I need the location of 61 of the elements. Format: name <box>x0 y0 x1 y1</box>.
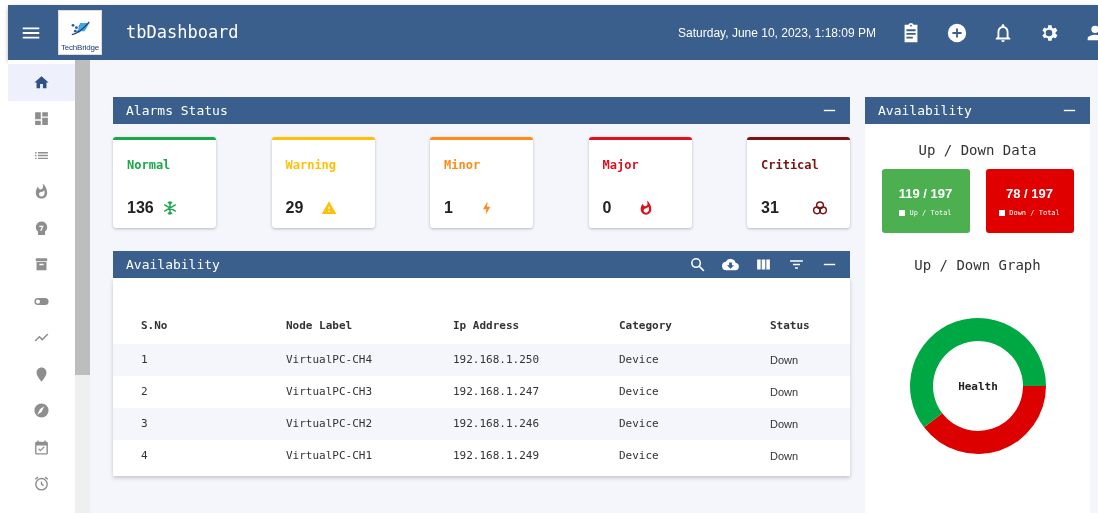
cloud-download-icon[interactable] <box>722 256 739 273</box>
table-cell-text: Down <box>770 448 800 464</box>
warning-icon <box>320 200 337 216</box>
table-cell-text: 4 <box>141 447 149 464</box>
add-icon[interactable] <box>946 21 968 44</box>
alarm-count: 136 <box>127 198 154 218</box>
table-cell-text: Device <box>619 415 660 432</box>
alarm-label: Normal <box>127 157 172 174</box>
column-header: Category <box>619 317 673 334</box>
table-cell-text: Down <box>770 416 800 432</box>
column-header: Node Label <box>286 317 354 334</box>
table-cell-text: 3 <box>141 415 149 432</box>
home-icon <box>33 73 50 91</box>
alarm-count: 1 <box>444 198 453 218</box>
scrollbar[interactable] <box>75 60 90 513</box>
column-header: Status <box>770 317 811 334</box>
legend-square <box>999 209 1006 216</box>
section-title: Up / Down Data <box>917 141 1038 160</box>
dashboard-icon <box>33 110 50 128</box>
alarm-count: 0 <box>602 198 612 218</box>
sidebar-item[interactable] <box>8 64 75 101</box>
snowflake-icon <box>162 200 178 216</box>
table-cell-text: 192.168.1.249 <box>453 447 541 464</box>
table-cell-text: Device <box>619 383 660 400</box>
table-cell-text: 192.168.1.250 <box>453 351 541 368</box>
logo-text: TechBridge <box>61 44 99 52</box>
stat-value: 119 / 197 <box>898 185 953 203</box>
app-title: tbDashboard <box>126 20 239 44</box>
column-header: Ip Address <box>453 317 521 334</box>
table-cell-text: 2 <box>141 383 149 400</box>
table-cell-text: 192.168.1.246 <box>453 415 541 432</box>
alarm-count: 29 <box>285 198 304 218</box>
chart-center-label: Health <box>957 380 998 393</box>
calendar-icon <box>33 438 50 456</box>
fire-icon <box>33 183 50 201</box>
panel-title: Availability <box>878 101 972 120</box>
table-cell-text: Down <box>770 352 800 368</box>
stat-value: 78 / 197 <box>1006 185 1053 203</box>
alarm-count: 31 <box>761 198 779 218</box>
compass-icon <box>33 402 50 420</box>
date-time: Saturday, June 10, 2023, 1:18:09 PM <box>678 24 876 42</box>
table-cell-text: 1 <box>141 351 149 368</box>
alarm-label: Critical <box>761 157 820 174</box>
table-cell-text: VirtualPC-CH3 <box>286 383 374 400</box>
table-cell-text: VirtualPC-CH1 <box>286 447 374 464</box>
alarm-label: Warning <box>285 157 338 174</box>
table-cell-text: 192.168.1.247 <box>453 383 541 400</box>
column-header: S.No <box>141 317 169 334</box>
search-icon[interactable] <box>689 256 706 273</box>
table-cell-text: VirtualPC-CH4 <box>286 351 374 368</box>
panel-title: Alarms Status <box>126 101 228 120</box>
panel-title: Availability <box>126 255 220 274</box>
alarm-clock-icon <box>33 475 50 493</box>
legend-square <box>899 209 906 216</box>
alarm-label: Minor <box>444 157 482 174</box>
table-cell-text: Device <box>619 351 660 368</box>
table-cell-text: Device <box>619 447 660 464</box>
table-cell-text: VirtualPC-CH2 <box>286 415 374 432</box>
table-cell-text: Down <box>770 384 800 400</box>
chart-title: Up / Down Graph <box>913 256 1042 275</box>
alarm-label: Major <box>602 157 640 174</box>
